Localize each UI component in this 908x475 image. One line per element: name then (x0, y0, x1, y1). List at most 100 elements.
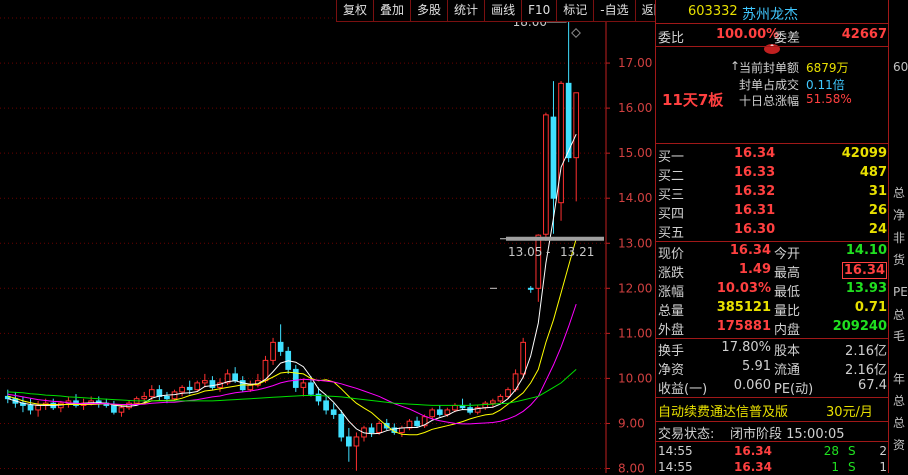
bid-label: 买五 (658, 226, 685, 241)
candle-down (292, 368, 299, 388)
toolbar-multi-stock-button[interactable]: 多股 (410, 0, 448, 22)
ma-line-ma10 (7, 238, 577, 436)
edge-label: 年 (893, 372, 906, 386)
stock-name[interactable]: 苏州龙杰 (742, 4, 798, 24)
bid-volume: 26 (868, 203, 887, 218)
candle-up (247, 384, 254, 391)
candle-up (505, 389, 511, 397)
candle-up (573, 92, 580, 159)
stock-code: 603332 (688, 4, 738, 19)
y-tick-label: 9.00 (618, 416, 645, 430)
candle-up (376, 422, 383, 433)
weidiff-label: 委差 (774, 31, 801, 46)
bid-row[interactable]: 买四 16.31 26 (656, 203, 889, 222)
candle-down (338, 413, 345, 438)
candle-up (489, 400, 496, 404)
candle-up (444, 409, 451, 415)
quote-value-2: 0.71 (854, 300, 887, 315)
candle-down (414, 420, 420, 427)
quote-value: 16.34 (729, 243, 771, 258)
low-annotation-sep: - (546, 245, 550, 259)
candle-down (111, 404, 117, 413)
bid-row[interactable]: 买三 16.32 31 (656, 184, 889, 203)
quote-row: 外盘 175881 内盘 209240 (658, 319, 887, 338)
candle-up (118, 407, 125, 413)
y-tick-label: 14.00 (618, 191, 652, 205)
candle-down (330, 409, 337, 415)
quote-value-2: 16.34 (841, 262, 887, 279)
bid-price: 16.31 (734, 203, 776, 218)
y-tick-label: 10.00 (618, 371, 652, 385)
candle-down (368, 427, 375, 433)
candle-down (232, 373, 239, 382)
edge-label: 资 (893, 438, 906, 452)
support-band (506, 236, 604, 241)
candle-up (270, 341, 276, 361)
toolbar-fuquan-button[interactable]: 复权 (336, 0, 374, 22)
candle-up (141, 395, 148, 400)
quote-value: 385121 (716, 300, 771, 315)
candle-up (179, 386, 185, 393)
y-tick-label: 15.00 (618, 146, 652, 160)
quote-row: 涨幅 10.03% 最低 13.93 (658, 281, 887, 300)
quote-row: 现价 16.34 今开 14.10 (658, 243, 887, 262)
bid-label: 买一 (658, 150, 685, 165)
weibi-label: 委比 (658, 31, 685, 46)
bid-label: 买二 (658, 169, 685, 184)
tick-row: 14:55 16.34 28 S 2 (658, 444, 887, 458)
candle-up (543, 114, 549, 235)
weibi-value: 100.00% (716, 27, 780, 42)
candle-up (171, 391, 178, 400)
weidiff-value: 42667 (841, 27, 887, 42)
candle-up (452, 404, 458, 411)
bid-row[interactable]: 买一 16.34 42099 (656, 146, 889, 165)
bid-label: 买四 (658, 207, 685, 222)
edge-label: 净 (893, 208, 906, 222)
edge-label: 总 (893, 186, 906, 200)
kline-chart[interactable]: 18.0017.0016.0015.0014.0013.0012.0011.00… (0, 0, 656, 473)
y-tick-label: 8.00 (618, 461, 645, 473)
bid-volume: 42099 (841, 146, 887, 161)
candle-up (126, 402, 132, 409)
y-tick-label: 12.00 (618, 281, 652, 295)
seal-amount-value: 6879万 (806, 61, 849, 75)
bid-volume: 31 (868, 184, 887, 199)
bid-label: 买三 (658, 188, 685, 203)
quote-panel: 603332 苏州龙杰 委比 100.00% 委差 42667 ⌃ ↑ 当前封单… (655, 0, 889, 474)
candle-up (35, 404, 41, 411)
chart-toolbar: 复权 叠加 多股 统计 画线 F10 标记 -自选 返回 (336, 0, 672, 22)
bid-price: 16.32 (734, 184, 776, 199)
bid-row[interactable]: 买五 16.30 24 (656, 222, 889, 241)
candle-down (277, 341, 284, 352)
toolbar-stats-button[interactable]: 统计 (447, 0, 485, 22)
candle-down (209, 380, 216, 388)
bid-volume: 487 (859, 165, 887, 180)
bid-price: 16.33 (734, 165, 776, 180)
bid-volume: 24 (868, 222, 887, 237)
y-tick-label: 11.00 (618, 326, 652, 340)
toolbar-f10-button[interactable]: F10 (521, 0, 557, 22)
edge-label: 总 (893, 394, 906, 408)
quote-value-2: 209240 (832, 319, 887, 334)
toolbar-overlay-button[interactable]: 叠加 (373, 0, 411, 22)
candle-up (406, 420, 413, 429)
toolbar-mark-button[interactable]: 标记 (556, 0, 594, 22)
streak-badge: 11天7板 (662, 91, 724, 109)
kline-chart-area[interactable]: 18.0017.0016.0015.0014.0013.0012.0011.00… (0, 0, 672, 473)
candle-down (323, 400, 329, 411)
edge-label: 总 (893, 416, 906, 430)
edge-label: 毛 (893, 329, 906, 343)
bid-price: 16.30 (734, 222, 776, 237)
quote-value-2: 14.10 (845, 243, 887, 258)
candle-down (186, 386, 193, 391)
ma-line-ma60 (7, 369, 577, 406)
candle-down (345, 436, 352, 447)
toolbar-draw-line-button[interactable]: 画线 (484, 0, 522, 22)
stock-header: 603332 苏州龙杰 (656, 4, 889, 24)
bid-row[interactable]: 买二 16.33 487 (656, 165, 889, 184)
candle-down (527, 287, 534, 290)
ten-day-gain-value: 51.58% (806, 92, 852, 106)
candle-down (308, 382, 314, 395)
toolbar-remove-watchlist-button[interactable]: -自选 (593, 0, 635, 22)
edge-label: 总 (893, 308, 906, 322)
